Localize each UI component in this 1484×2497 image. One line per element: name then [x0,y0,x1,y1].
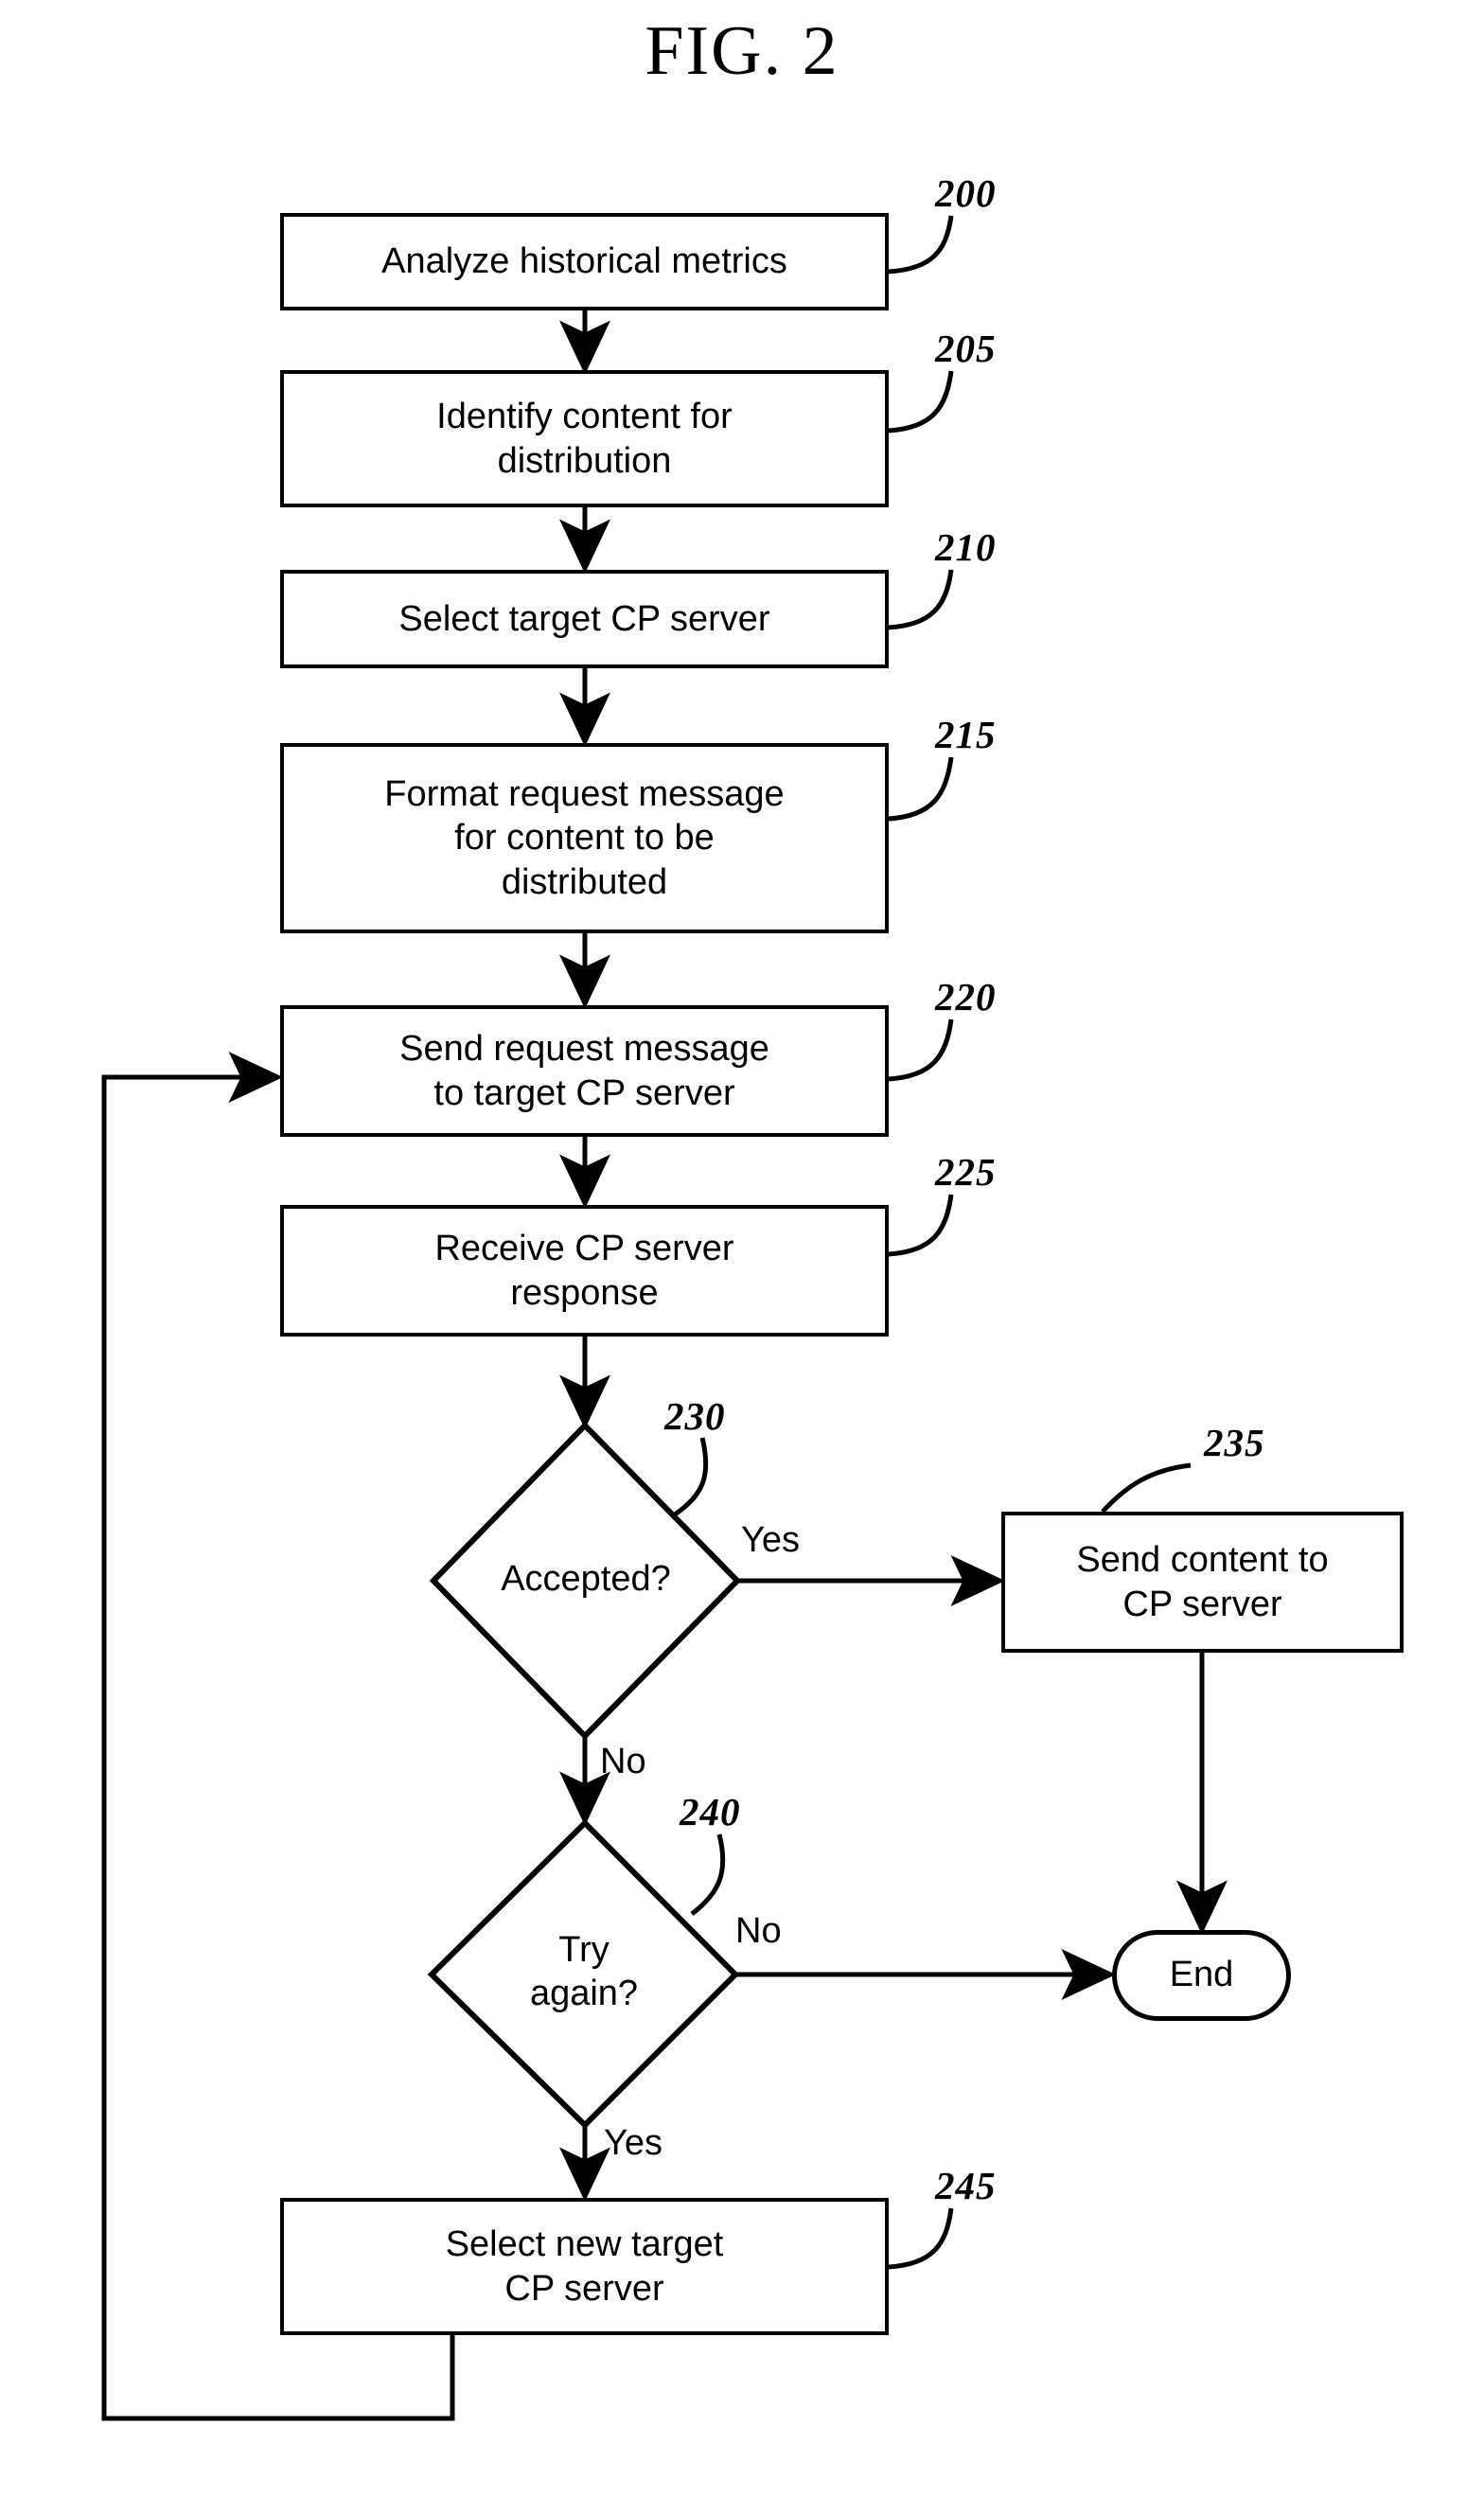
process-box-220[interactable]: Send request message to target CP server [280,1005,889,1137]
process-box-225[interactable]: Receive CP server response [280,1205,889,1337]
process-box-215-line3: distributed [501,861,668,902]
reference-numeral-215: 215 [935,713,997,756]
leader-210 [888,569,954,630]
leader-225 [888,1194,954,1257]
reference-numeral-210: 210 [935,525,997,569]
branch-label-tryagain-yes: Yes [604,2123,662,2163]
decision-240-line2: again? [529,1974,639,2014]
leader-240 [690,1833,726,1916]
branch-label-tryagain-no: No [735,1911,782,1951]
leader-215 [888,756,954,822]
process-box-235-line2: CP server [1122,1584,1282,1624]
process-box-200-label: Analyze historical metrics [381,241,787,282]
leader-230 [673,1437,709,1517]
reference-numeral-205: 205 [935,327,997,370]
process-box-245-line2: CP server [504,2268,664,2309]
figure-title: FIG. 2 [645,12,839,90]
leader-220 [888,1018,954,1082]
leader-205 [888,370,954,434]
decision-240-line1: Try [558,1930,610,1970]
reference-numeral-245: 245 [935,2164,997,2207]
process-box-215[interactable]: Format request message for content to be… [280,743,889,933]
reference-numeral-240: 240 [680,1790,741,1833]
branch-label-accepted-no: No [600,1742,646,1781]
branch-label-accepted-yes: Yes [741,1520,800,1560]
leader-235 [1101,1462,1192,1514]
process-box-245[interactable]: Select new target CP server [280,2198,889,2335]
reference-numeral-225: 225 [935,1150,997,1194]
leader-245 [888,2207,954,2270]
reference-numeral-200: 200 [935,171,997,215]
decision-230-label: Accepted? [433,1557,738,1601]
process-box-215-line2: for content to be [454,818,715,859]
process-box-245-line1: Select new target [445,2224,724,2265]
process-box-220-line2: to target CP server [433,1072,735,1113]
process-box-220-line1: Send request message [399,1029,769,1070]
process-box-225-line2: response [510,1272,659,1313]
terminator-end-label: End [1169,1955,1234,1995]
leader-200 [888,215,954,274]
process-box-200[interactable]: Analyze historical metrics [280,213,889,310]
decision-240-label: Try again? [432,1928,736,2016]
reference-numeral-230: 230 [664,1394,726,1438]
process-box-205[interactable]: Identify content for distribution [280,370,889,507]
reference-numeral-220: 220 [935,975,997,1018]
process-box-215-line1: Format request message [384,773,785,814]
process-box-205-line1: Identify content for [436,397,733,437]
process-box-205-line2: distribution [497,440,672,481]
process-box-210-label: Select target CP server [398,598,770,639]
process-box-225-line1: Receive CP server [434,1229,734,1269]
process-box-210[interactable]: Select target CP server [280,570,889,668]
process-box-235[interactable]: Send content to CP server [1001,1512,1404,1653]
decision-230-text: Accepted? [501,1559,671,1599]
reference-numeral-235: 235 [1204,1421,1265,1464]
figure-root: FIG. 2 Analyze historical metrics Identi… [0,0,1484,2497]
terminator-end[interactable]: End [1112,1930,1291,2021]
process-box-235-line1: Send content to [1076,1540,1329,1581]
